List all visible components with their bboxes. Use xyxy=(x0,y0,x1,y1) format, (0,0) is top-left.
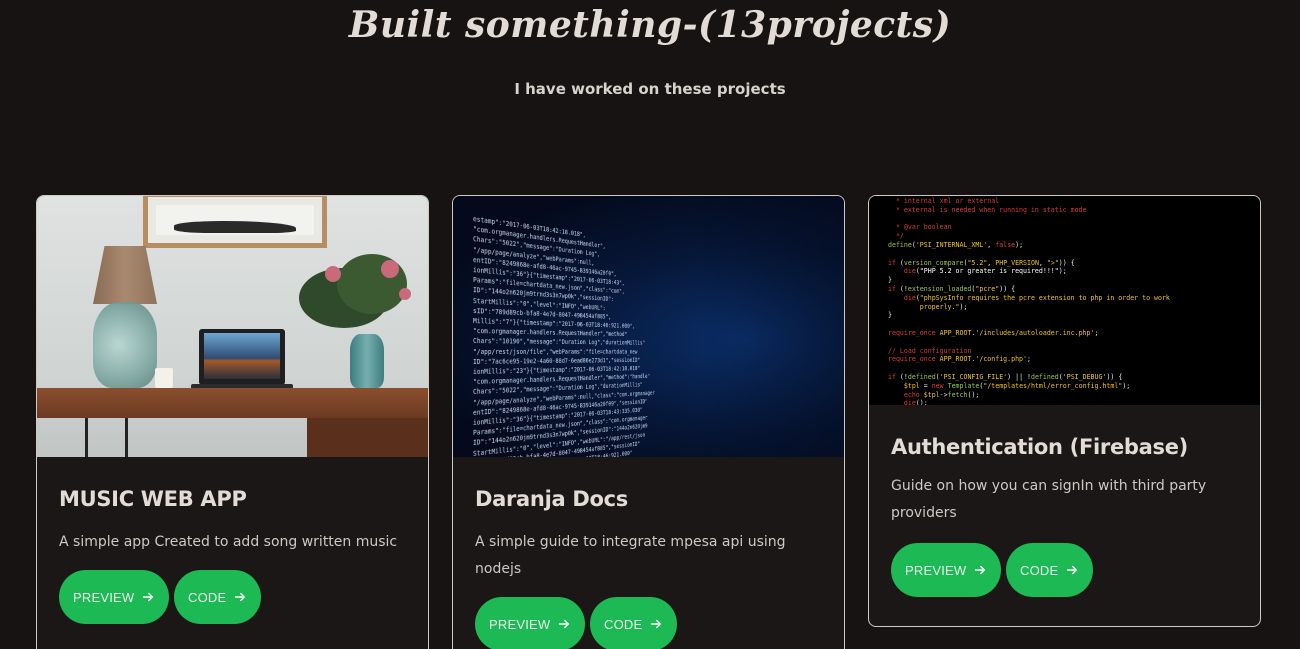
project-thumbnail: * internal xml or external * external is… xyxy=(869,196,1260,405)
project-description: A simple app Created to add song written… xyxy=(59,529,406,556)
arrow-right-icon xyxy=(650,616,663,632)
project-actions: PREVIEW CODE xyxy=(59,570,406,624)
project-thumbnail: estamp":"2017-06-03T18:42:18.018", "com.… xyxy=(453,196,844,457)
code-button-label: CODE xyxy=(1020,563,1058,578)
arrow-right-icon xyxy=(974,562,987,578)
code-button-label: CODE xyxy=(604,617,642,632)
code-button-label: CODE xyxy=(188,590,226,605)
project-description: A simple guide to integrate mpesa api us… xyxy=(475,529,822,583)
page-title: Built something-(13projects) xyxy=(0,4,1300,46)
project-actions: PREVIEW CODE xyxy=(891,543,1238,597)
desk-laptop-lamp-photo xyxy=(37,196,428,457)
code-stream-photo: estamp":"2017-06-03T18:42:18.018", "com.… xyxy=(453,196,844,457)
project-title: MUSIC WEB APP xyxy=(59,487,406,511)
arrow-right-icon xyxy=(142,589,155,605)
preview-button-label: PREVIEW xyxy=(489,617,550,632)
arrow-right-icon xyxy=(1066,562,1079,578)
project-title: Authentication (Firebase) xyxy=(891,435,1238,459)
preview-button[interactable]: PREVIEW xyxy=(891,543,1001,597)
code-button[interactable]: CODE xyxy=(174,570,261,624)
project-card-music-web-app: MUSIC WEB APP A simple app Created to ad… xyxy=(36,195,429,649)
preview-button-label: PREVIEW xyxy=(905,563,966,578)
preview-button[interactable]: PREVIEW xyxy=(59,570,169,624)
arrow-right-icon xyxy=(558,616,571,632)
projects-page: Built something-(13projects) I have work… xyxy=(0,0,1300,649)
code-button[interactable]: CODE xyxy=(590,597,677,649)
preview-button[interactable]: PREVIEW xyxy=(475,597,585,649)
code-button[interactable]: CODE xyxy=(1006,543,1093,597)
project-card-daranja-docs: estamp":"2017-06-03T18:42:18.018", "com.… xyxy=(452,195,845,649)
project-card-authentication-firebase: * internal xml or external * external is… xyxy=(868,195,1261,627)
project-description: Guide on how you can signIn with third p… xyxy=(891,473,1238,527)
php-code-editor-screenshot: * internal xml or external * external is… xyxy=(888,197,1170,405)
project-actions: PREVIEW CODE xyxy=(475,597,822,649)
page-subtitle: I have worked on these projects xyxy=(0,80,1300,98)
arrow-right-icon xyxy=(234,589,247,605)
project-title: Daranja Docs xyxy=(475,487,822,511)
project-thumbnail xyxy=(37,196,428,457)
preview-button-label: PREVIEW xyxy=(73,590,134,605)
